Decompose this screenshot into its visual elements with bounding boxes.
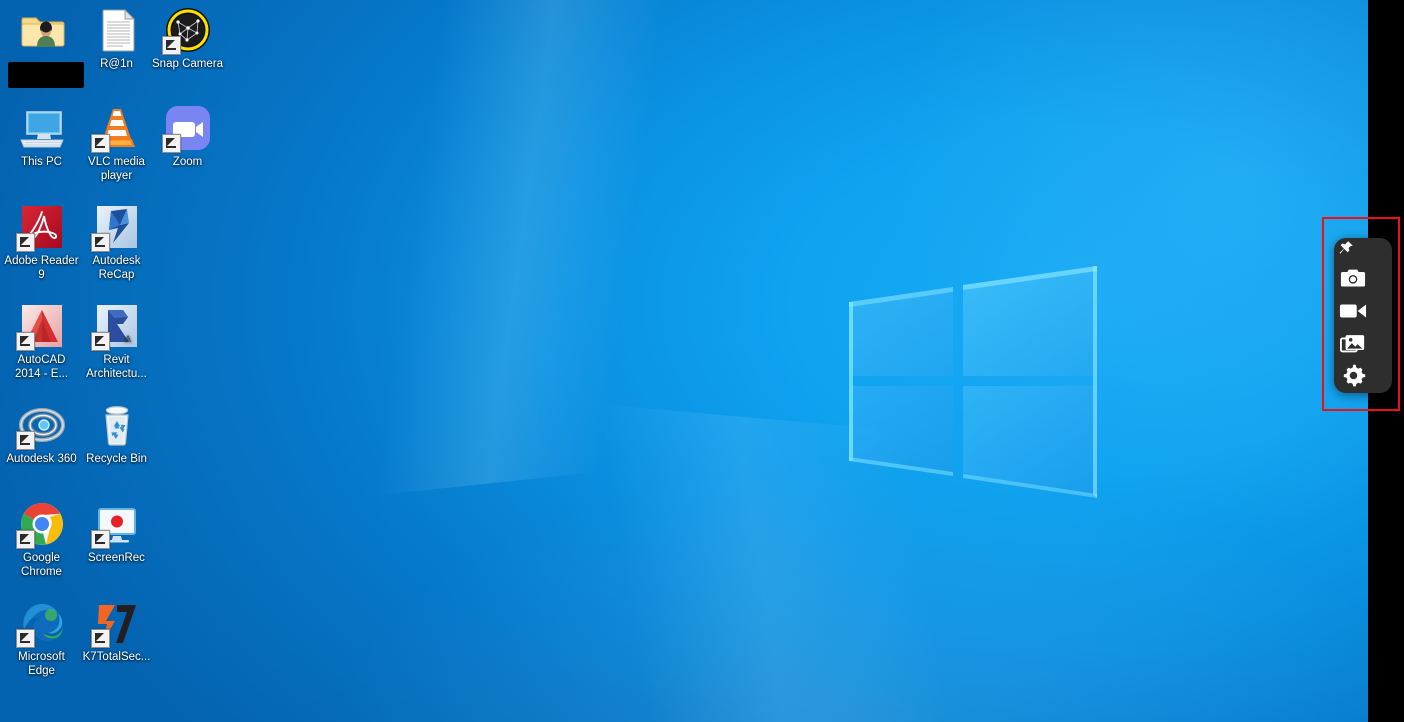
shortcut-arrow-icon bbox=[90, 629, 110, 648]
zoom-videocam-icon bbox=[161, 104, 212, 153]
desktop-icon-label: ScreenRec bbox=[88, 552, 145, 564]
desktop-screen: R@1n Snap Camera This PC VLC media playe… bbox=[0, 0, 1404, 722]
settings-gear-icon[interactable] bbox=[1338, 360, 1368, 390]
autodesk-360-icon bbox=[15, 401, 66, 450]
adobe-acrobat-icon bbox=[15, 203, 66, 252]
autodesk-recap-icon bbox=[90, 203, 141, 252]
desktop-icon-label: Microsoft Edge bbox=[18, 651, 65, 677]
desktop-icon-autocad[interactable]: AutoCAD 2014 - E... bbox=[4, 302, 79, 381]
desktop-icon-label: Autodesk 360 bbox=[6, 453, 77, 465]
screenrec-floating-toolbar[interactable] bbox=[1334, 238, 1392, 393]
desktop-icon-adobe-reader[interactable]: Adobe Reader 9 bbox=[4, 203, 79, 282]
desktop-icon-label: K7TotalSec... bbox=[82, 651, 151, 663]
desktop-icon-google-chrome[interactable]: Google Chrome bbox=[4, 500, 79, 579]
desktop-wallpaper[interactable]: R@1n Snap Camera This PC VLC media playe… bbox=[0, 0, 1368, 722]
screenrec-monitor-icon bbox=[90, 500, 141, 549]
vlc-cone-icon bbox=[90, 104, 141, 153]
revit-icon: A bbox=[90, 302, 141, 351]
desktop-icon-label: Autodesk ReCap bbox=[92, 255, 141, 281]
desktop-icon-microsoft-edge[interactable]: Microsoft Edge bbox=[4, 599, 79, 678]
desktop-icon-label: Recycle Bin bbox=[86, 453, 147, 465]
k7-total-security-icon bbox=[90, 599, 141, 648]
desktop-icon-autodesk-recap[interactable]: Autodesk ReCap bbox=[79, 203, 154, 282]
desktop-icon-label: Snap Camera bbox=[152, 58, 223, 70]
desktop-icon-grid: R@1n Snap Camera This PC VLC media playe… bbox=[0, 0, 230, 722]
autocad-icon bbox=[15, 302, 66, 351]
shortcut-arrow-icon bbox=[15, 431, 35, 450]
desktop-icon-recycle-bin[interactable]: Recycle Bin bbox=[79, 401, 154, 467]
desktop-icon-r1n-document[interactable]: R@1n bbox=[79, 6, 154, 72]
shortcut-arrow-icon bbox=[15, 332, 35, 351]
shortcut-arrow-icon bbox=[161, 134, 181, 153]
redacted-label-block bbox=[8, 62, 84, 88]
desktop-icon-revit[interactable]: A Revit Architectu... bbox=[79, 302, 154, 381]
desktop-icon-label: Adobe Reader 9 bbox=[4, 255, 79, 281]
gallery-images-icon[interactable] bbox=[1338, 329, 1368, 359]
svg-text:A: A bbox=[125, 334, 131, 344]
text-document-icon bbox=[93, 6, 141, 54]
shortcut-arrow-icon bbox=[161, 36, 181, 55]
desktop-icon-label: Zoom bbox=[172, 156, 203, 168]
desktop-icon-vlc[interactable]: VLC media player bbox=[79, 104, 154, 183]
shortcut-arrow-icon bbox=[15, 629, 35, 648]
shortcut-arrow-icon bbox=[90, 233, 110, 252]
desktop-icon-folder-user[interactable] bbox=[4, 6, 84, 88]
pin-icon[interactable] bbox=[1337, 239, 1355, 257]
monitor-keyboard-icon bbox=[18, 104, 66, 152]
desktop-icon-label: Revit Architectu... bbox=[86, 354, 147, 380]
recycle-bin-icon bbox=[93, 401, 141, 449]
record-video-icon[interactable] bbox=[1338, 296, 1368, 326]
desktop-icon-zoom[interactable]: Zoom bbox=[150, 104, 225, 170]
desktop-icon-label: Google Chrome bbox=[21, 552, 62, 578]
shortcut-arrow-icon bbox=[15, 233, 35, 252]
desktop-icon-label: This PC bbox=[21, 156, 62, 168]
desktop-icon-k7-total-security[interactable]: K7TotalSec... bbox=[79, 599, 154, 665]
desktop-icon-this-pc[interactable]: This PC bbox=[4, 104, 79, 170]
shortcut-arrow-icon bbox=[15, 530, 35, 549]
snap-camera-icon bbox=[161, 6, 212, 55]
desktop-icon-label: R@1n bbox=[100, 58, 133, 70]
desktop-icon-snap-camera[interactable]: Snap Camera bbox=[150, 6, 225, 72]
shortcut-arrow-icon bbox=[90, 332, 110, 351]
chrome-icon bbox=[15, 500, 66, 549]
shortcut-arrow-icon bbox=[90, 134, 110, 153]
folder-with-person-icon bbox=[18, 6, 66, 54]
desktop-icon-autodesk-360[interactable]: Autodesk 360 bbox=[4, 401, 79, 467]
windows-logo-watermark bbox=[845, 252, 1103, 518]
shortcut-arrow-icon bbox=[90, 530, 110, 549]
screenshot-camera-icon[interactable] bbox=[1338, 263, 1368, 293]
desktop-icon-label: AutoCAD 2014 - E... bbox=[14, 354, 69, 380]
desktop-icon-screenrec[interactable]: ScreenRec bbox=[79, 500, 154, 566]
edge-icon bbox=[15, 599, 66, 648]
desktop-icon-label: VLC media player bbox=[88, 156, 145, 182]
